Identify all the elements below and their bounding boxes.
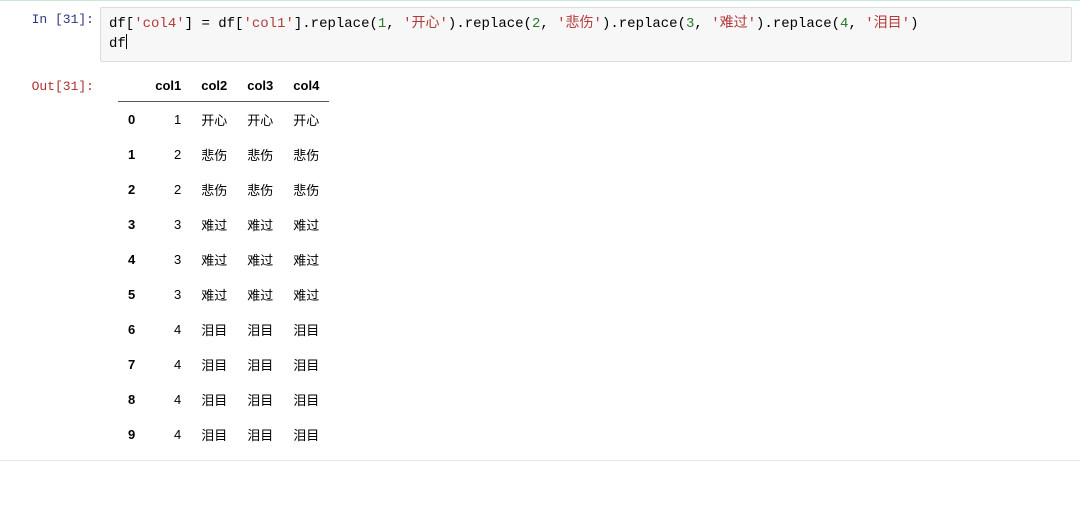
input-cell-row: In [31]: df['col4'] = df['col1'].replace… (0, 1, 1080, 68)
table-cell: 泪目 (237, 382, 283, 417)
table-cell: 泪目 (283, 312, 329, 347)
table-row-index: 0 (118, 101, 145, 137)
text-cursor-icon (126, 34, 127, 49)
table-cell: 开心 (191, 101, 237, 137)
table-row-index: 8 (118, 382, 145, 417)
table-cell: 2 (145, 172, 191, 207)
table-cell: 难过 (237, 277, 283, 312)
table-row: 4 3 难过 难过 难过 (118, 242, 329, 277)
code-line-1: df['col4'] = df['col1'].replace(1, '开心')… (109, 16, 918, 32)
table-cell: 难过 (191, 277, 237, 312)
table-row: 6 4 泪目 泪目 泪目 (118, 312, 329, 347)
table-row: 5 3 难过 难过 难过 (118, 277, 329, 312)
table-row-index: 1 (118, 137, 145, 172)
table-body: 0 1 开心 开心 开心 1 2 悲伤 悲伤 悲伤 2 (118, 101, 329, 452)
table-cell: 泪目 (283, 347, 329, 382)
table-cell: 2 (145, 137, 191, 172)
table-cell: 难过 (237, 207, 283, 242)
table-cell: 难过 (191, 207, 237, 242)
table-row: 9 4 泪目 泪目 泪目 (118, 417, 329, 452)
table-cell: 泪目 (191, 347, 237, 382)
table-row-index: 7 (118, 347, 145, 382)
table-col-header: col4 (283, 70, 329, 102)
table-row: 2 2 悲伤 悲伤 悲伤 (118, 172, 329, 207)
table-col-header: col1 (145, 70, 191, 102)
table-cell: 泪目 (283, 417, 329, 452)
table-cell: 泪目 (237, 347, 283, 382)
table-cell: 难过 (283, 277, 329, 312)
table-row-index: 4 (118, 242, 145, 277)
table-row-index: 3 (118, 207, 145, 242)
table-cell: 难过 (191, 242, 237, 277)
code-line-2: df (109, 36, 126, 52)
table-cell: 4 (145, 312, 191, 347)
table-cell: 3 (145, 242, 191, 277)
table-row: 1 2 悲伤 悲伤 悲伤 (118, 137, 329, 172)
table-cell: 悲伤 (237, 137, 283, 172)
code-input[interactable]: df['col4'] = df['col1'].replace(1, '开心')… (100, 7, 1072, 62)
table-cell: 4 (145, 347, 191, 382)
table-row-index: 5 (118, 277, 145, 312)
table-row-index: 6 (118, 312, 145, 347)
table-row: 7 4 泪目 泪目 泪目 (118, 347, 329, 382)
table-cell: 泪目 (191, 417, 237, 452)
table-cell: 难过 (237, 242, 283, 277)
table-cell: 悲伤 (237, 172, 283, 207)
table-cell: 悲伤 (191, 172, 237, 207)
table-cell: 泪目 (283, 382, 329, 417)
table-row: 0 1 开心 开心 开心 (118, 101, 329, 137)
table-cell: 4 (145, 417, 191, 452)
table-cell: 4 (145, 382, 191, 417)
table-cell: 泪目 (191, 382, 237, 417)
table-cell: 悲伤 (283, 137, 329, 172)
table-cell: 开心 (237, 101, 283, 137)
table-col-header: col2 (191, 70, 237, 102)
table-cell: 3 (145, 207, 191, 242)
table-cell: 泪目 (237, 312, 283, 347)
table-cell: 泪目 (191, 312, 237, 347)
table-row-index: 2 (118, 172, 145, 207)
output-prompt: Out[31]: (0, 68, 100, 460)
table-cell: 1 (145, 101, 191, 137)
table-cell: 3 (145, 277, 191, 312)
output-cell-row: Out[31]: col1 col2 col3 col4 0 1 (0, 68, 1080, 460)
table-corner (118, 70, 145, 102)
table-cell: 开心 (283, 101, 329, 137)
table-cell: 悲伤 (191, 137, 237, 172)
output-area: col1 col2 col3 col4 0 1 开心 开心 开心 (100, 68, 1080, 460)
table-cell: 悲伤 (283, 172, 329, 207)
table-header-row: col1 col2 col3 col4 (118, 70, 329, 102)
table-cell: 泪目 (237, 417, 283, 452)
table-cell: 难过 (283, 207, 329, 242)
table-cell: 难过 (283, 242, 329, 277)
notebook-cell: In [31]: df['col4'] = df['col1'].replace… (0, 0, 1080, 461)
dataframe-table: col1 col2 col3 col4 0 1 开心 开心 开心 (118, 70, 329, 452)
table-row-index: 9 (118, 417, 145, 452)
input-prompt: In [31]: (0, 1, 100, 68)
table-row: 8 4 泪目 泪目 泪目 (118, 382, 329, 417)
table-row: 3 3 难过 难过 难过 (118, 207, 329, 242)
table-col-header: col3 (237, 70, 283, 102)
